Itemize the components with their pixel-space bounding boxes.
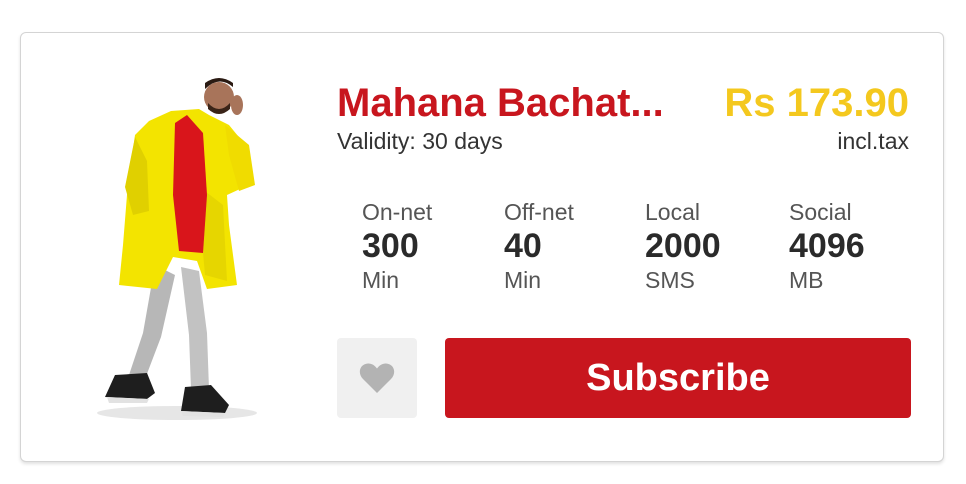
stat-label: On-net <box>362 199 433 225</box>
stat-social: Social 4096 MB <box>789 197 919 295</box>
favorite-button[interactable] <box>337 338 417 418</box>
stat-label: Social <box>789 199 852 225</box>
stat-on-net: On-net 300 Min <box>362 197 492 295</box>
stat-off-net: Off-net 40 Min <box>504 197 634 295</box>
stat-local: Local 2000 SMS <box>645 197 775 295</box>
stat-unit: Min <box>362 267 400 293</box>
stat-unit: Min <box>504 267 542 293</box>
stat-value: 4096 <box>789 227 865 265</box>
stat-value: 2000 <box>645 227 721 265</box>
stat-label: Local <box>645 199 700 225</box>
stat-label: Off-net <box>504 199 574 225</box>
stat-value: 40 <box>504 227 542 265</box>
model-image <box>97 78 257 420</box>
validity-text: Validity: 30 days <box>337 128 503 154</box>
tax-note: incl.tax <box>837 128 909 154</box>
price: Rs 173.90 <box>724 81 909 125</box>
package-card: Mahana Bachat... Validity: 30 days Rs 17… <box>20 32 944 462</box>
stat-unit: MB <box>789 267 824 293</box>
heart-icon <box>359 363 395 393</box>
subscribe-button[interactable]: Subscribe <box>445 338 911 418</box>
stat-unit: SMS <box>645 267 695 293</box>
package-title: Mahana Bachat... <box>337 81 664 125</box>
stat-value: 300 <box>362 227 419 265</box>
